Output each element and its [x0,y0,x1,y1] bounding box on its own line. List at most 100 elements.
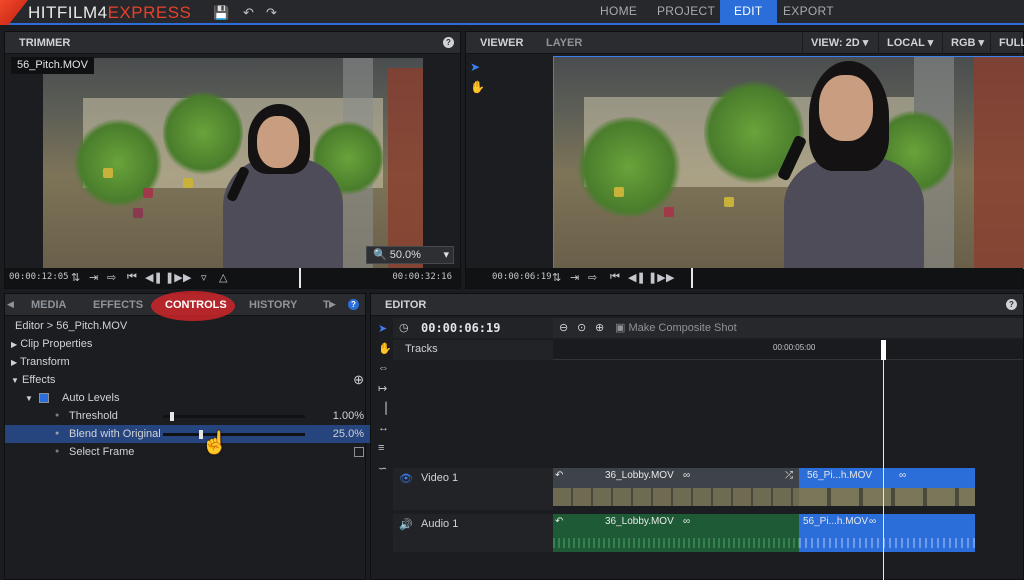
save-icon[interactable]: 💾 [213,5,229,21]
blend-value[interactable]: 25.0% [333,425,364,443]
tab-controls[interactable]: CONTROLS [155,294,237,316]
editor-select-tool-icon[interactable]: ➤ [378,322,387,335]
transition-icon: ↶ [555,470,564,481]
trimmer-playhead[interactable] [299,268,301,288]
editor-slip-tool-icon[interactable]: ↔ [378,422,389,434]
speaker-icon[interactable]: 🔊 [399,518,413,531]
redo-icon[interactable]: ↷ [266,5,277,21]
editor-timecode[interactable]: 00:00:06:19 [421,321,500,335]
viewer-step-back-icon[interactable]: ◀❚ [628,271,646,284]
tab-editor[interactable]: EDITOR [375,294,436,316]
overlay-icon[interactable]: ⇨ [107,271,116,284]
editor-snap-tool-icon[interactable]: ≡ [378,442,384,454]
trimmer-zoom-select[interactable]: 🔍 50.0% ▾ [366,246,454,264]
channel-select[interactable]: RGB ▾ [942,32,992,54]
prev-marker-icon[interactable]: ⊖ [559,321,568,334]
trimmer-transport: 00:00:12:05 ⇅ ⇥ ⇨ ⏮ ◀❚ ❚▶ ▶ ▿ △ 00:00:32… [5,268,460,288]
video-clip-pitch[interactable]: 56_Pi...h.MOV ∞ [799,468,975,488]
tracks-label: Tracks [405,343,438,355]
threshold-value[interactable]: 1.00% [333,407,364,425]
editor-hand-tool-icon[interactable]: ✋ [378,342,392,355]
visibility-eye-icon[interactable]: 👁 [399,472,413,485]
size-select[interactable]: FULL [990,32,1024,54]
controls-help-icon[interactable]: ? [348,299,359,310]
audio-clip-pitch[interactable]: 56_Pi...h.MOV ∞ [799,514,975,552]
audio-link-icon: ∞ [683,516,691,527]
viewer-go-start-icon[interactable]: ⏮ [610,271,620,284]
clip-properties-row[interactable]: ▶ Clip Properties [5,335,370,353]
app-logo: HITFILM4EXPRESS [28,3,192,22]
auto-levels-row[interactable]: ▼ Auto Levels [5,389,370,407]
timeline-playhead[interactable] [883,340,884,580]
nav-home[interactable]: HOME [586,0,651,23]
play-icon[interactable]: ▶ [183,271,191,284]
viewer-insert-icon[interactable]: ⇥ [570,271,579,284]
tracks-header: Tracks [393,340,553,360]
viewer-overlay-icon[interactable]: ⇨ [588,271,597,284]
space-select[interactable]: LOCAL ▾ [878,32,941,54]
go-start-icon[interactable]: ⏮ [127,271,137,284]
breadcrumb: Editor > 56_Pitch.MOV [15,320,128,332]
effects-row[interactable]: ▼ Effects ⊕ [5,371,370,389]
audio-clip-lobby[interactable]: ↶ 36_Lobby.MOV ∞ [553,514,799,552]
help-icon[interactable]: ? [443,37,454,48]
pan-tool-icon[interactable]: ✋ [470,80,485,94]
tab-history[interactable]: HISTORY [239,294,307,316]
timeline-ruler[interactable]: 00:00:05:00 [553,340,1023,360]
tab-effects[interactable]: EFFECTS [83,294,153,316]
undo-icon[interactable]: ↶ [243,5,254,21]
editor-slice-tool-icon[interactable]: ▕ [378,402,386,415]
viewer-loop-icon[interactable]: ⇅ [552,271,561,284]
select-frame-checkbox[interactable] [354,447,364,457]
trimmer-duration-timecode: 00:00:32:16 [392,272,452,282]
insert-icon[interactable]: ⇥ [89,271,98,284]
nav-project[interactable]: PROJECT [643,0,729,23]
auto-levels-checkbox[interactable] [39,393,49,403]
clock-icon: ◷ [399,322,409,334]
threshold-knob[interactable] [170,412,175,421]
controls-panel: ◀ MEDIA EFFECTS CONTROLS HISTORY T ▶ ? E… [4,291,370,580]
editor-tc-bar: ◷ 00:00:06:19 [393,318,553,338]
tab-media[interactable]: MEDIA [21,294,76,316]
tabs-left-icon[interactable]: ◀ [7,299,14,310]
next-marker-icon[interactable]: ⊕ [595,321,604,334]
select-tool-icon[interactable]: ➤ [470,60,480,74]
editor-help-icon[interactable]: ? [1006,299,1017,310]
viewer-video-frame[interactable] [553,56,1024,269]
editor-roll-tool-icon[interactable]: ⇔ [378,362,389,374]
viewer-step-forward-icon[interactable]: ❚▶ [648,271,666,284]
nav-export[interactable]: EXPORT [769,0,848,23]
viewer-playhead[interactable] [691,268,693,288]
marker-icon[interactable]: ⊙ [577,321,586,334]
top-bar: HITFILM4EXPRESS 💾 ↶ ↷ HOME PROJECT EDIT … [0,0,1024,25]
viewer-play-icon[interactable]: ▶ [666,271,674,284]
link-icon: ∞ [683,470,691,481]
playhead-handle[interactable] [881,340,886,360]
video-track-header: 👁 Video 1 [393,468,553,510]
video-clip-lobby[interactable]: ↶ 36_Lobby.MOV ∞ ⤮ [553,468,799,488]
mark-in-icon[interactable]: ▿ [201,271,207,284]
threshold-label: Threshold [69,410,118,422]
step-forward-icon[interactable]: ❚▶ [165,271,183,284]
transform-row[interactable]: ▶ Transform [5,353,370,371]
tab-viewer[interactable]: VIEWER [470,32,533,54]
tab-trimmer[interactable]: TRIMMER [9,32,80,54]
threshold-row: ● Threshold 1.00% [5,407,370,425]
loop-icon[interactable]: ⇅ [71,271,80,284]
editor-ripple-tool-icon[interactable]: ↦ [378,382,387,395]
editor-link-tool-icon[interactable]: ∽ [378,462,387,475]
blend-slider[interactable] [163,430,305,439]
mark-out-icon[interactable]: △ [219,271,227,284]
video-track-label: Video 1 [421,472,459,484]
make-composite-button[interactable]: ▣ Make Composite Shot [615,321,737,334]
trimmer-file-label: 56_Pitch.MOV [11,57,94,74]
step-back-icon[interactable]: ◀❚ [145,271,163,284]
threshold-slider[interactable] [163,412,305,421]
add-effect-icon[interactable]: ⊕ [353,371,364,389]
audio-track-label: Audio 1 [421,518,459,530]
blend-label: Blend with Original [69,428,161,440]
view-mode-select[interactable]: VIEW: 2D ▾ [802,32,876,54]
tabs-right-icon[interactable]: ▶ [329,299,336,310]
empty-track-area [393,360,553,468]
tab-layer[interactable]: LAYER [536,32,592,54]
